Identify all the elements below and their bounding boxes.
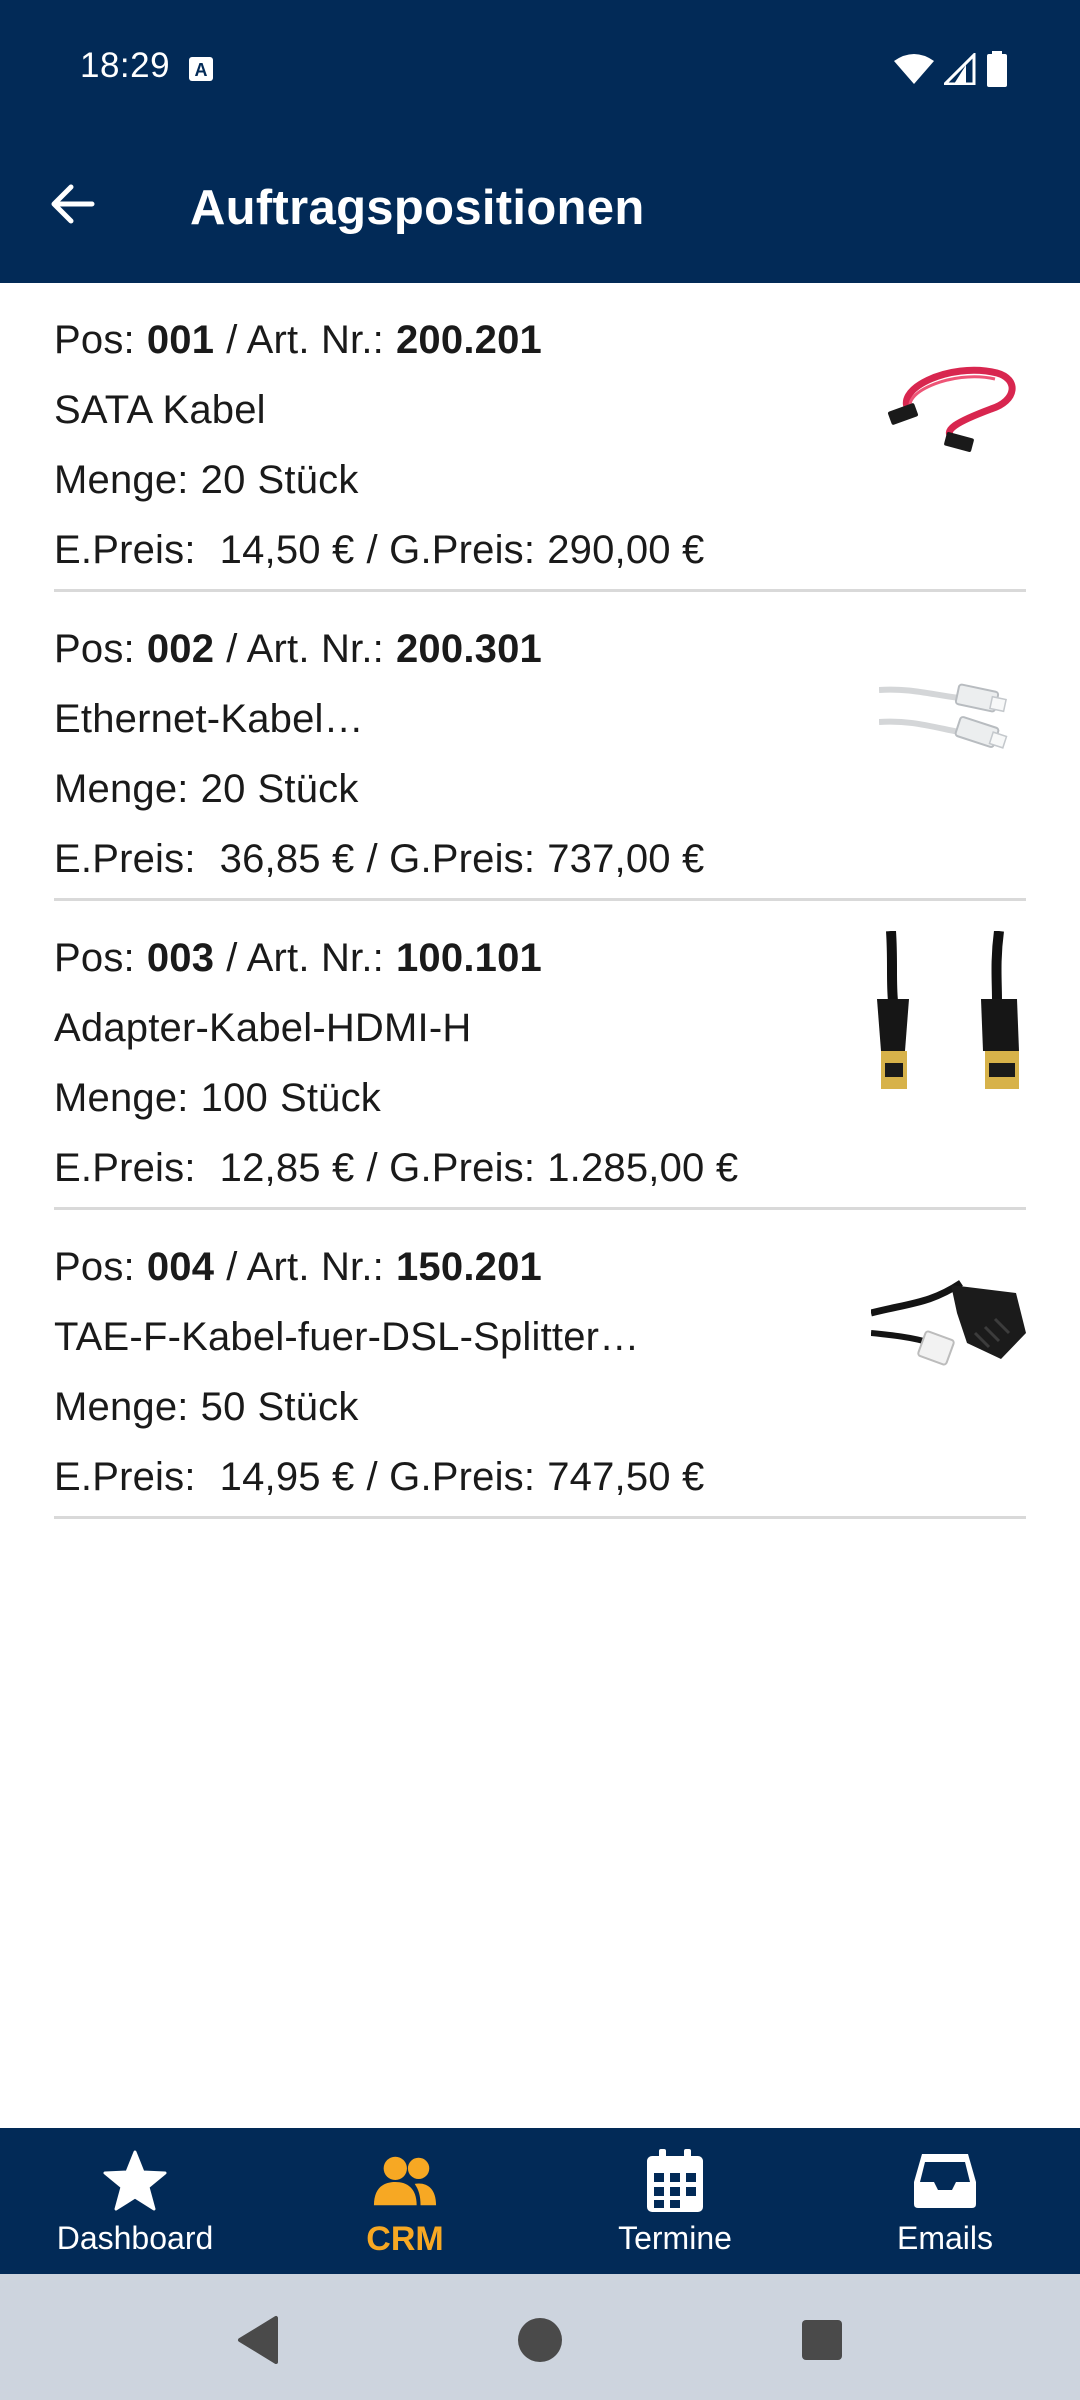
pos-label: Pos: bbox=[54, 936, 135, 980]
quantity-value: 20 bbox=[200, 767, 246, 811]
quantity-line: Menge: 50 Stück bbox=[54, 1385, 359, 1430]
article-number: 150.201 bbox=[395, 1245, 542, 1289]
users-icon bbox=[372, 2148, 438, 2214]
pos-label: Pos: bbox=[54, 318, 135, 362]
nav-label: Termine bbox=[618, 2220, 732, 2256]
arrow-left-icon bbox=[51, 184, 95, 224]
art-label: / Art. Nr.: bbox=[226, 627, 384, 671]
svg-text:A: A bbox=[195, 60, 208, 80]
wifi-icon bbox=[894, 54, 934, 84]
total-price: 747,50 € bbox=[547, 1455, 705, 1499]
nav-emails[interactable]: Emails bbox=[810, 2128, 1080, 2274]
unit-price-label: E.Preis: bbox=[54, 1455, 196, 1499]
unit-price: 12,85 € bbox=[219, 1146, 355, 1190]
art-label: / Art. Nr.: bbox=[226, 1245, 384, 1289]
position-header: Pos: 003/ Art. Nr.: 100.101 bbox=[54, 936, 542, 981]
list-item[interactable]: Pos: 001/ Art. Nr.: 200.201 SATA Kabel Men… bbox=[54, 283, 1026, 592]
quantity-unit: Stück bbox=[257, 1385, 359, 1429]
bottom-navigation: Dashboard CRM Termine Emails bbox=[0, 2128, 1080, 2274]
position-header: Pos: 002/ Art. Nr.: 200.301 bbox=[54, 627, 542, 672]
ethernet-cable-image bbox=[871, 637, 1026, 792]
article-number: 200.301 bbox=[395, 627, 542, 671]
position-header: Pos: 001/ Art. Nr.: 200.201 bbox=[54, 318, 542, 363]
total-price-label: / G.Preis: bbox=[366, 1146, 536, 1190]
quantity-value: 20 bbox=[200, 458, 246, 502]
nav-termine[interactable]: Termine bbox=[540, 2128, 810, 2274]
quantity-unit: Stück bbox=[257, 458, 359, 502]
notification-a-icon: A bbox=[189, 57, 213, 81]
total-price: 290,00 € bbox=[547, 528, 705, 572]
signal-icon bbox=[944, 53, 976, 85]
pos-number: 003 bbox=[146, 936, 215, 980]
calendar-icon bbox=[642, 2148, 708, 2214]
sata-cable-image bbox=[871, 328, 1026, 483]
tae-cable-image bbox=[871, 1255, 1026, 1410]
price-line: E.Preis: 14,95 € / G.Preis: 747,50 € bbox=[54, 1455, 705, 1500]
quantity-value: 50 bbox=[200, 1385, 246, 1429]
recents-square-icon[interactable] bbox=[794, 2312, 850, 2368]
position-header: Pos: 004/ Art. Nr.: 150.201 bbox=[54, 1245, 542, 1290]
star-icon bbox=[102, 2148, 168, 2214]
menge-label: Menge: bbox=[54, 1076, 189, 1120]
price-line: E.Preis: 14,50 € / G.Preis: 290,00 € bbox=[54, 528, 705, 573]
unit-price-label: E.Preis: bbox=[54, 528, 196, 572]
product-name: SATA Kabel bbox=[54, 388, 266, 432]
battery-icon bbox=[987, 51, 1007, 87]
list-item[interactable]: Pos: 004/ Art. Nr.: 150.201 TAE-F-Kabel-fu… bbox=[54, 1210, 1026, 1519]
back-triangle-icon[interactable] bbox=[232, 2312, 288, 2368]
price-line: E.Preis: 36,85 € / G.Preis: 737,00 € bbox=[54, 837, 705, 882]
nav-dashboard[interactable]: Dashboard bbox=[0, 2128, 270, 2274]
product-name: TAE-F-Kabel-fuer-DSL-Splitter… bbox=[54, 1315, 640, 1359]
unit-price: 14,95 € bbox=[219, 1455, 355, 1499]
status-bar: 18:29 A bbox=[0, 0, 1080, 136]
pos-label: Pos: bbox=[54, 1245, 135, 1289]
app-bar: Auftragspositionen bbox=[0, 136, 1080, 283]
nav-label: Dashboard bbox=[56, 2220, 214, 2256]
product-name: Adapter-Kabel-HDMI-H bbox=[54, 1006, 472, 1050]
total-price-label: / G.Preis: bbox=[366, 528, 536, 572]
nav-crm[interactable]: CRM bbox=[270, 2128, 540, 2274]
home-circle-icon[interactable] bbox=[512, 2312, 568, 2368]
nav-label: CRM bbox=[366, 2220, 444, 2258]
inbox-icon bbox=[912, 2148, 978, 2214]
unit-price-label: E.Preis: bbox=[54, 1146, 196, 1190]
unit-price: 36,85 € bbox=[219, 837, 355, 881]
order-positions-list: Pos: 001/ Art. Nr.: 200.201 SATA Kabel Men… bbox=[0, 283, 1080, 1519]
unit-price-label: E.Preis: bbox=[54, 837, 196, 881]
back-button[interactable] bbox=[32, 164, 112, 244]
total-price: 737,00 € bbox=[547, 837, 705, 881]
page-title: Auftragspositionen bbox=[190, 181, 645, 235]
pos-label: Pos: bbox=[54, 627, 135, 671]
art-label: / Art. Nr.: bbox=[226, 936, 384, 980]
art-label: / Art. Nr.: bbox=[226, 318, 384, 362]
pos-number: 004 bbox=[146, 1245, 215, 1289]
product-name: Ethernet-Kabel… bbox=[54, 697, 364, 741]
article-number: 100.101 bbox=[395, 936, 542, 980]
menge-label: Menge: bbox=[54, 458, 189, 502]
system-navigation-bar bbox=[0, 2274, 1080, 2400]
list-item[interactable]: Pos: 002/ Art. Nr.: 200.301 Ethernet-Kabel… bbox=[54, 592, 1026, 901]
pos-number: 002 bbox=[146, 627, 215, 671]
status-time: 18:29 bbox=[80, 46, 171, 85]
hdmi-cable-image bbox=[871, 931, 1026, 1101]
status-icons bbox=[894, 51, 1008, 87]
menge-label: Menge: bbox=[54, 1385, 189, 1429]
quantity-line: Menge: 20 Stück bbox=[54, 458, 359, 503]
article-number: 200.201 bbox=[395, 318, 542, 362]
quantity-line: Menge: 20 Stück bbox=[54, 767, 359, 812]
price-line: E.Preis: 12,85 € / G.Preis: 1.285,00 € bbox=[54, 1146, 738, 1191]
total-price-label: / G.Preis: bbox=[366, 837, 536, 881]
menge-label: Menge: bbox=[54, 767, 189, 811]
total-price: 1.285,00 € bbox=[547, 1146, 739, 1190]
total-price-label: / G.Preis: bbox=[366, 1455, 536, 1499]
list-item[interactable]: Pos: 003/ Art. Nr.: 100.101 Adapter-Kabel-… bbox=[54, 901, 1026, 1210]
unit-price: 14,50 € bbox=[219, 528, 355, 572]
quantity-line: Menge: 100 Stück bbox=[54, 1076, 381, 1121]
pos-number: 001 bbox=[146, 318, 215, 362]
nav-label: Emails bbox=[896, 2220, 993, 2256]
quantity-value: 100 bbox=[200, 1076, 268, 1120]
quantity-unit: Stück bbox=[257, 767, 359, 811]
quantity-unit: Stück bbox=[279, 1076, 382, 1120]
